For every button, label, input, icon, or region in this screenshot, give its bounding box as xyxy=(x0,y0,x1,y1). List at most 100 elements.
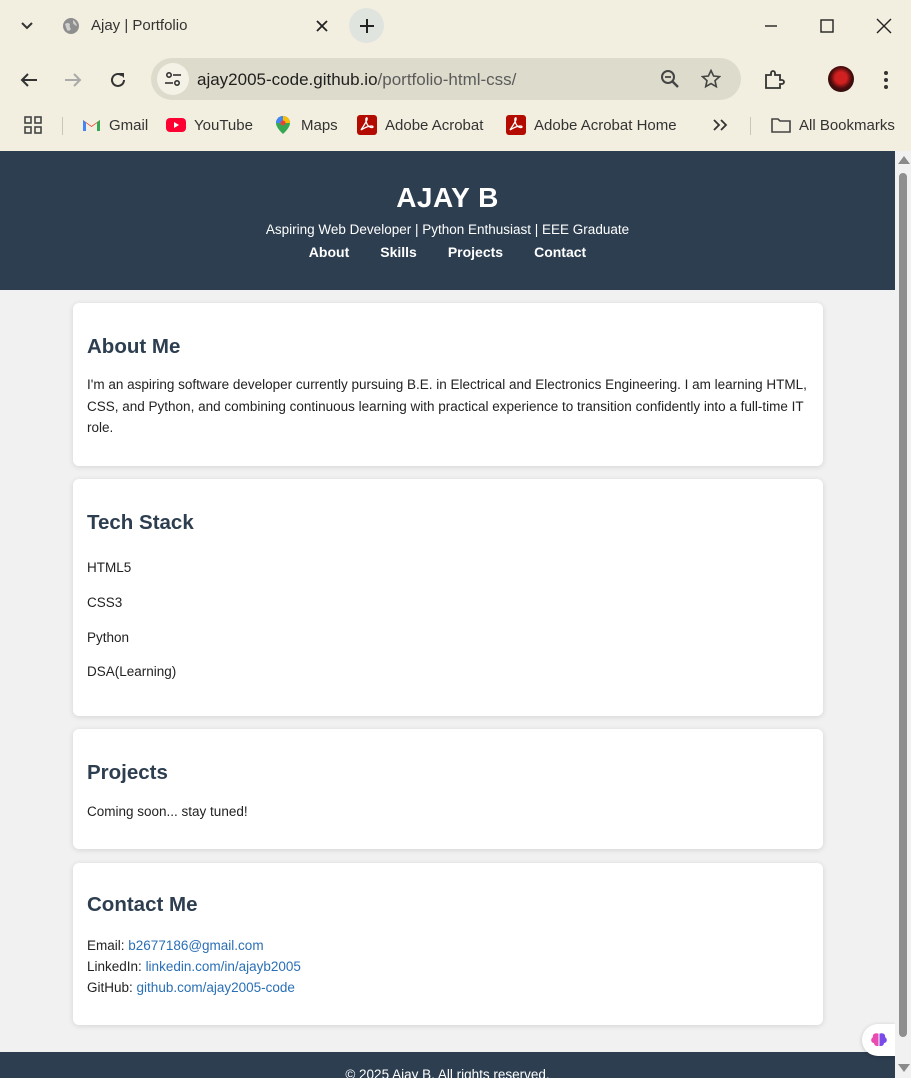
folder-icon xyxy=(771,115,791,135)
chevron-down-icon xyxy=(21,22,33,30)
github-label: GitHub: xyxy=(87,980,133,995)
brain-icon xyxy=(871,1033,887,1047)
about-section: About Me I'm an aspiring software develo… xyxy=(73,303,823,466)
bookmark-youtube[interactable]: YouTube xyxy=(166,112,253,138)
maximize-icon xyxy=(820,19,834,33)
tab-close-button[interactable] xyxy=(312,16,332,36)
bookmark-gmail[interactable]: Gmail xyxy=(81,112,148,138)
footer-text: © 2025 Ajay B. All rights reserved. xyxy=(345,1067,550,1078)
email-link[interactable]: b2677186@gmail.com xyxy=(128,938,263,953)
skill-item: CSS3 xyxy=(87,595,123,610)
scroll-up-arrow[interactable] xyxy=(898,156,910,164)
forward-button[interactable] xyxy=(59,66,87,94)
skill-item: HTML5 xyxy=(87,560,132,575)
tab-search-button[interactable] xyxy=(14,13,40,39)
close-icon xyxy=(876,18,892,34)
acrobat-icon xyxy=(506,115,526,135)
bookmarks-bar: Gmail YouTube Maps Adobe Acrobat Adobe A… xyxy=(0,108,911,142)
skills-heading: Tech Stack xyxy=(87,511,194,534)
bookmark-maps[interactable]: Maps xyxy=(273,112,338,138)
minimize-icon xyxy=(765,25,777,27)
youtube-icon xyxy=(166,115,186,135)
close-window-button[interactable] xyxy=(872,14,896,38)
extensions-button[interactable] xyxy=(760,66,788,94)
minimize-button[interactable] xyxy=(759,14,783,38)
site-subtitle: Aspiring Web Developer | Python Enthusia… xyxy=(265,222,630,237)
apps-grid-icon xyxy=(24,116,42,134)
bookmark-label: Adobe Acrobat xyxy=(385,116,484,134)
github-link[interactable]: github.com/ajay2005-code xyxy=(137,980,295,995)
bookmarks-overflow-button[interactable] xyxy=(712,112,728,138)
contact-github-line: GitHub: github.com/ajay2005-code xyxy=(87,980,295,995)
site-header: AJAY B Aspiring Web Developer | Python E… xyxy=(0,151,895,290)
menu-button[interactable] xyxy=(872,66,900,94)
profile-avatar[interactable] xyxy=(828,66,854,92)
arrow-right-icon xyxy=(65,73,82,87)
double-chevron-right-icon xyxy=(713,119,728,131)
scrollbar-thumb[interactable] xyxy=(899,173,907,1037)
nav-link-skills[interactable]: Skills xyxy=(380,244,417,260)
all-bookmarks-button[interactable]: All Bookmarks xyxy=(771,112,895,138)
site-footer: © 2025 Ajay B. All rights reserved. xyxy=(0,1052,895,1078)
skill-item: Python xyxy=(87,630,130,645)
bookmark-label: YouTube xyxy=(194,116,253,134)
floating-assistant-button[interactable] xyxy=(862,1024,896,1056)
bookmark-acrobat-home[interactable]: Adobe Acrobat Home xyxy=(506,112,677,138)
bookmark-acrobat[interactable]: Adobe Acrobat xyxy=(357,112,483,138)
apps-button[interactable] xyxy=(23,112,43,138)
nav-link-contact[interactable]: Contact xyxy=(534,244,586,260)
linkedin-link[interactable]: linkedin.com/in/ajayb2005 xyxy=(146,959,301,974)
bookmark-label: Gmail xyxy=(109,116,149,134)
all-bookmarks-label: All Bookmarks xyxy=(799,116,895,134)
contact-linkedin-line: LinkedIn: linkedin.com/in/ajayb2005 xyxy=(87,959,301,974)
scroll-down-arrow[interactable] xyxy=(898,1064,910,1072)
projects-heading: Projects xyxy=(87,761,168,784)
page-scrollbar[interactable] xyxy=(895,151,911,1078)
active-tab[interactable]: Ajay | Portfolio xyxy=(50,6,342,50)
page-viewport: AJAY B Aspiring Web Developer | Python E… xyxy=(0,151,895,1078)
nav-link-projects[interactable]: Projects xyxy=(448,244,503,260)
site-nav: About Skills Projects Contact xyxy=(0,244,895,260)
bookmark-star-button[interactable] xyxy=(700,68,722,90)
reload-button[interactable] xyxy=(104,66,132,94)
site-title: AJAY B xyxy=(396,182,499,213)
plus-icon xyxy=(359,18,374,33)
linkedin-label: LinkedIn: xyxy=(87,959,142,974)
bookmark-label: Maps xyxy=(301,116,338,134)
zoom-button[interactable] xyxy=(659,68,681,90)
star-icon xyxy=(701,69,721,89)
bookmark-label: Adobe Acrobat Home xyxy=(534,116,677,134)
site-info-button[interactable] xyxy=(157,63,189,95)
url-host: ajay2005-code.github.io xyxy=(197,70,378,89)
projects-section: Projects Coming soon... stay tuned! xyxy=(73,729,823,849)
contact-email-line: Email: b2677186@gmail.com xyxy=(87,938,264,953)
tab-bar: Ajay | Portfolio xyxy=(0,0,911,50)
new-tab-button[interactable] xyxy=(349,8,384,43)
nav-link-about[interactable]: About xyxy=(309,244,349,260)
puzzle-icon xyxy=(765,70,785,89)
maps-icon xyxy=(273,115,293,135)
email-label: Email: xyxy=(87,938,125,953)
arrow-left-icon xyxy=(20,73,37,87)
acrobat-icon xyxy=(357,115,377,135)
about-heading: About Me xyxy=(87,335,181,358)
url-path: /portfolio-html-css/ xyxy=(377,70,517,89)
gmail-icon xyxy=(81,115,101,135)
contact-heading: Contact Me xyxy=(87,893,198,916)
bookmark-separator xyxy=(62,117,63,135)
maximize-button[interactable] xyxy=(815,14,839,38)
skill-item: DSA(Learning) xyxy=(87,664,177,679)
address-bar[interactable]: ajay2005-code.github.io/portfolio-html-c… xyxy=(151,58,741,100)
back-button[interactable] xyxy=(15,66,43,94)
contact-section: Contact Me Email: b2677186@gmail.com Lin… xyxy=(73,863,823,1025)
url-text[interactable]: ajay2005-code.github.io/portfolio-html-c… xyxy=(197,70,516,90)
bookmark-separator xyxy=(750,117,751,135)
browser-toolbar: ajay2005-code.github.io/portfolio-html-c… xyxy=(0,54,911,104)
tune-icon xyxy=(165,71,181,87)
tab-title: Ajay | Portfolio xyxy=(91,17,188,34)
more-vertical-icon xyxy=(884,71,888,89)
browser-chrome: Ajay | Portfolio ajay2005-code.github.io… xyxy=(0,0,911,151)
zoom-out-icon xyxy=(661,70,679,88)
skills-section: Tech Stack HTML5 CSS3 Python DSA(Learnin… xyxy=(73,479,823,716)
reload-icon xyxy=(111,72,125,87)
